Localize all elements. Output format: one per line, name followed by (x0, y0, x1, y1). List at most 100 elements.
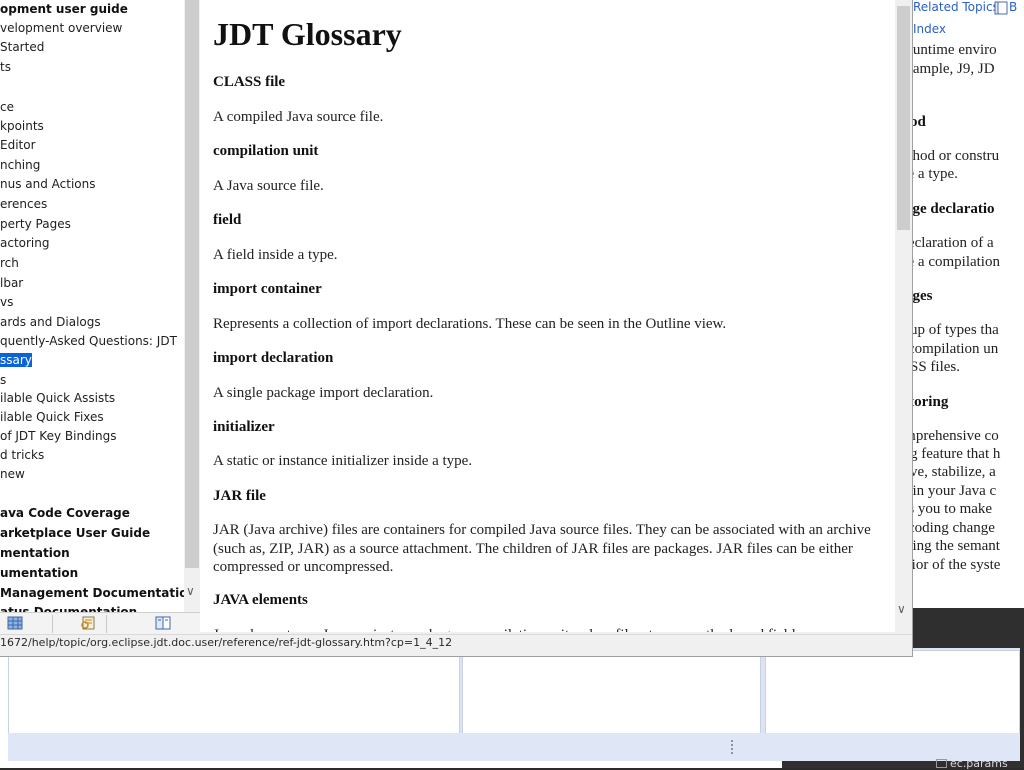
params-icon (936, 759, 947, 768)
glossary-term: compilation unit (213, 143, 319, 159)
toc-item[interactable]: rch (0, 256, 19, 270)
toc-tree: opment user guide velopment overview Star… (0, 0, 184, 612)
toc-item-label: quently-Asked Questions: JDT (0, 334, 177, 348)
toc-item[interactable]: ce (0, 100, 14, 114)
toc-item-label: erences (0, 197, 48, 211)
toc-item[interactable]: nus and Actions (0, 177, 96, 191)
toc-item[interactable]: Management Documentation (0, 586, 184, 600)
toc-item-label: new (0, 467, 25, 481)
toc-item[interactable]: umentation (0, 566, 78, 580)
toc-item-label: Management Documentation (0, 586, 184, 600)
glossary-definition: A static or instance initializer inside … (213, 453, 473, 469)
toc-item-label: ts (0, 60, 11, 74)
toc-item-label: ards and Dialogs (0, 315, 101, 329)
content-pane: JDT Glossary CLASS file A compiled Java s… (200, 0, 895, 632)
toc-item-label: of JDT Key Bindings (0, 429, 117, 443)
resize-grip-icon[interactable] (731, 740, 733, 756)
toc-item-label: lbar (0, 276, 24, 290)
toc-item-label: vs (0, 295, 14, 309)
toc-item[interactable]: mentation (0, 546, 70, 560)
glossary-definition: A single package import declaration. (213, 385, 434, 401)
content-scroll-down-icon[interactable]: ∨ (897, 602, 906, 616)
content-scrollbar-thumb[interactable] (897, 6, 910, 230)
glossary-definition: Java elements are Java projects, package… (213, 626, 878, 632)
bottom-panel-right[interactable] (765, 650, 1020, 734)
page-title: JDT Glossary (213, 16, 402, 52)
toc-item-label: d tricks (0, 448, 45, 462)
related-topics-link[interactable]: Related Topics (913, 0, 999, 14)
toc-item[interactable]: ards and Dialogs (0, 315, 101, 329)
toc-item-label: velopment overview (0, 21, 123, 35)
toc-item[interactable]: vs (0, 295, 13, 309)
toc-item[interactable]: perty Pages (0, 217, 71, 231)
toc-item[interactable]: erences (0, 197, 47, 211)
glossary-definition: JAR (Java archive) files are containers … (213, 522, 871, 575)
toc-item[interactable]: kpoints (0, 119, 44, 133)
glossary-definition: A field inside a type. (213, 247, 338, 263)
glossary-term: import container (213, 281, 322, 297)
glossary-term: import declaration (213, 350, 334, 366)
toc-toolbar (0, 612, 200, 635)
bottom-panel-left[interactable] (8, 650, 460, 734)
toc-item-label: nching (0, 158, 41, 172)
toc-scroll-down-icon[interactable]: ∨ (186, 584, 195, 598)
toc-item-label: Started (0, 40, 45, 54)
toc-item[interactable]: velopment overview (0, 21, 122, 35)
toc-item[interactable]: Editor (0, 138, 36, 152)
toc-item-label: s (0, 373, 7, 387)
params-label[interactable]: ec.params (950, 757, 1008, 770)
toc-item-label: arketplace User Guide (0, 526, 151, 540)
toc-item[interactable]: nching (0, 158, 40, 172)
toc-item-label: mentation (0, 546, 70, 560)
toc-item[interactable]: lbar (0, 276, 23, 290)
toc-item[interactable]: quently-Asked Questions: JDT (0, 334, 177, 348)
right-help-pane: Related Topics B Index va runtime enviro… (896, 0, 1024, 608)
toc-item-label: ilable Quick Assists (0, 391, 116, 405)
toc-item[interactable]: actoring (0, 236, 50, 250)
bookmarks-view-icon[interactable] (155, 616, 171, 630)
right-pane-toolbar: Related Topics B Index (896, 0, 1024, 40)
toc-item[interactable]: ilable Quick Fixes (0, 410, 104, 424)
glossary-definition: A compiled Java source file. (213, 109, 384, 125)
toc-item-label: Editor (0, 138, 36, 152)
toc-item[interactable]: ilable Quick Assists (0, 391, 115, 405)
toc-item-label: kpoints (0, 119, 44, 133)
toc-item[interactable]: ava Code Coverage (0, 506, 130, 520)
bottom-bar (8, 733, 1020, 761)
toc-item-label: perty Pages (0, 217, 71, 231)
index-link[interactable]: Index (913, 22, 946, 36)
glossary-term: JAR file (213, 488, 266, 504)
toc-item[interactable]: of JDT Key Bindings (0, 429, 116, 443)
toc-item-label: atus Documentation (0, 605, 138, 612)
bottom-panel-middle[interactable] (462, 650, 761, 734)
toc-item[interactable]: opment user guide (0, 2, 128, 16)
toc-item[interactable]: Started (0, 40, 44, 54)
toc-item-selected[interactable]: ssary (0, 353, 32, 367)
glossary-term: field (213, 212, 242, 228)
toc-item-label: ce (0, 100, 14, 114)
toc-item-label: opment user guide (0, 2, 128, 16)
glossary-definition: Represents a collection of import declar… (213, 316, 727, 332)
toc-item[interactable]: arketplace User Guide (0, 526, 150, 540)
search-results-icon[interactable] (80, 616, 96, 630)
toc-item-label: actoring (0, 236, 50, 250)
toolbar-separator (52, 615, 53, 633)
toc-item-label: ssary (0, 353, 32, 367)
status-url: 1672/help/topic/org.eclipse.jdt.doc.user… (0, 636, 453, 649)
toc-item-label: ilable Quick Fixes (0, 410, 104, 424)
toc-item[interactable]: new (0, 467, 25, 481)
toc-scrollbar-thumb[interactable] (185, 0, 199, 568)
toc-item[interactable]: atus Documentation (0, 605, 137, 612)
glossary-term: CLASS file (213, 74, 286, 90)
bookmarks-icon (994, 1, 1008, 15)
contents-icon[interactable] (7, 616, 23, 630)
toc-item[interactable]: s (0, 373, 6, 387)
help-window: opment user guide velopment overview Star… (0, 0, 913, 657)
toc-item[interactable]: ts (0, 60, 11, 74)
glossary-definition: A Java source file. (213, 178, 324, 194)
toc-item-label: umentation (0, 566, 79, 580)
bookmarks-link[interactable]: B (1009, 0, 1017, 14)
toc-item-label: nus and Actions (0, 177, 96, 191)
toc-item[interactable]: d tricks (0, 448, 44, 462)
glossary-term: initializer (213, 419, 275, 435)
